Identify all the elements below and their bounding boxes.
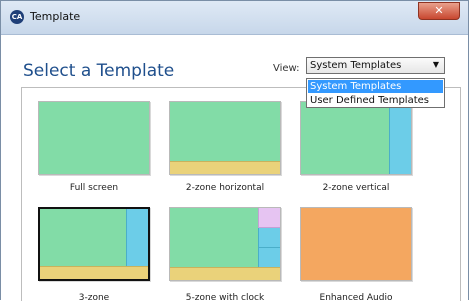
template-label: 2-zone vertical	[322, 183, 390, 193]
template-label: 5-zone with clock	[185, 293, 265, 303]
template-dialog: CA Template ✕ Select a Template View: Sy…	[0, 0, 469, 303]
view-select[interactable]: System Templates ▼	[306, 57, 445, 74]
side-zone	[126, 209, 148, 266]
template-thumbnail[interactable]	[300, 101, 412, 175]
side-zone	[389, 102, 411, 174]
ticker-zone	[170, 161, 280, 174]
template-thumbnail[interactable]	[300, 207, 412, 281]
template-label: 2-zone horizontal	[185, 183, 265, 193]
chevron-down-icon: ▼	[432, 60, 439, 69]
title-bar[interactable]: CA Template ✕	[1, 1, 468, 35]
app-icon: CA	[10, 10, 24, 24]
template-label: Full screen	[69, 183, 119, 193]
ticker-zone	[170, 267, 280, 280]
dropdown-option-system-templates[interactable]: System Templates	[308, 80, 443, 93]
view-label: View:	[273, 63, 300, 74]
template-thumbnail[interactable]	[169, 207, 281, 281]
template-thumbnail[interactable]	[38, 207, 150, 281]
side-zone-lower	[258, 248, 280, 268]
clock-zone	[258, 208, 280, 228]
side-zone-upper	[258, 228, 280, 248]
dropdown-option-user-defined-templates[interactable]: User Defined Templates	[308, 94, 443, 107]
view-dropdown-list: System Templates User Defined Templates	[306, 78, 445, 108]
window-title: Template	[30, 10, 81, 23]
page-title: Select a Template	[23, 61, 175, 81]
template-label: Enhanced Audio	[319, 293, 393, 303]
ticker-zone	[40, 266, 148, 279]
view-select-value: System Templates	[310, 60, 402, 71]
template-label: 3-zone	[78, 293, 110, 303]
template-gallery: Full screen 2-zone horizontal 2-zone ver…	[21, 87, 461, 303]
template-thumbnail[interactable]	[38, 101, 150, 175]
close-button[interactable]: ✕	[418, 2, 460, 20]
template-thumbnail[interactable]	[169, 101, 281, 175]
